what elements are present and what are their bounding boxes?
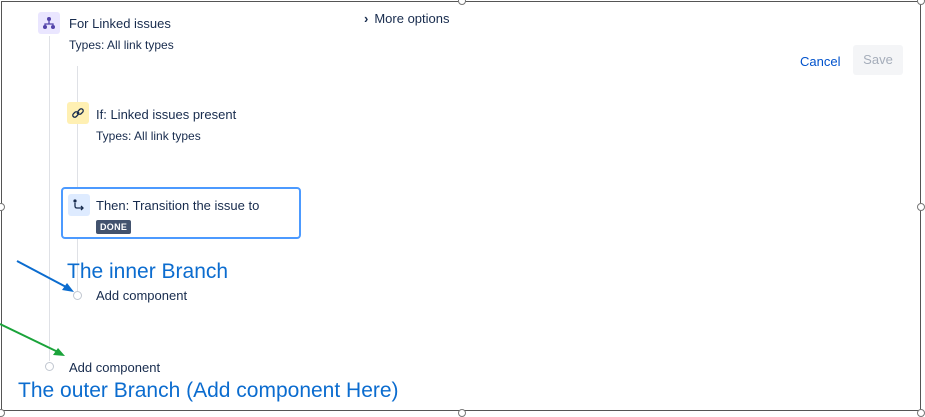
save-button[interactable]: Save [853,45,903,75]
branch-icon [38,12,60,34]
outer-branch-annotation: The outer Branch (Add component Here) [18,379,399,402]
outer-arrow-annotation [0,323,65,356]
chevron-right-icon: › [364,11,369,26]
more-options-label: More options [374,11,450,26]
inner-add-component[interactable]: Add component [96,288,187,303]
status-lozenge: DONE [96,220,132,234]
outer-add-component[interactable]: Add component [69,360,160,375]
action-title: Then: Transition the issue to [96,198,260,213]
cancel-button[interactable]: Cancel [800,54,840,69]
transition-icon [68,194,90,216]
resize-handle-top-right[interactable] [917,0,925,5]
branch-types: Types: All link types [69,38,174,52]
more-options-toggle[interactable]: › More options [364,11,450,26]
outer-branch-line [49,36,50,361]
inner-arrow-annotation [16,260,74,292]
condition-title[interactable]: If: Linked issues present [96,107,236,122]
link-icon [67,102,89,124]
outer-add-dot[interactable] [45,362,54,371]
branch-title[interactable]: For Linked issues [69,16,171,31]
condition-types: Types: All link types [96,129,201,143]
resize-handle-middle-right[interactable] [917,203,925,211]
inner-add-dot[interactable] [73,291,82,300]
